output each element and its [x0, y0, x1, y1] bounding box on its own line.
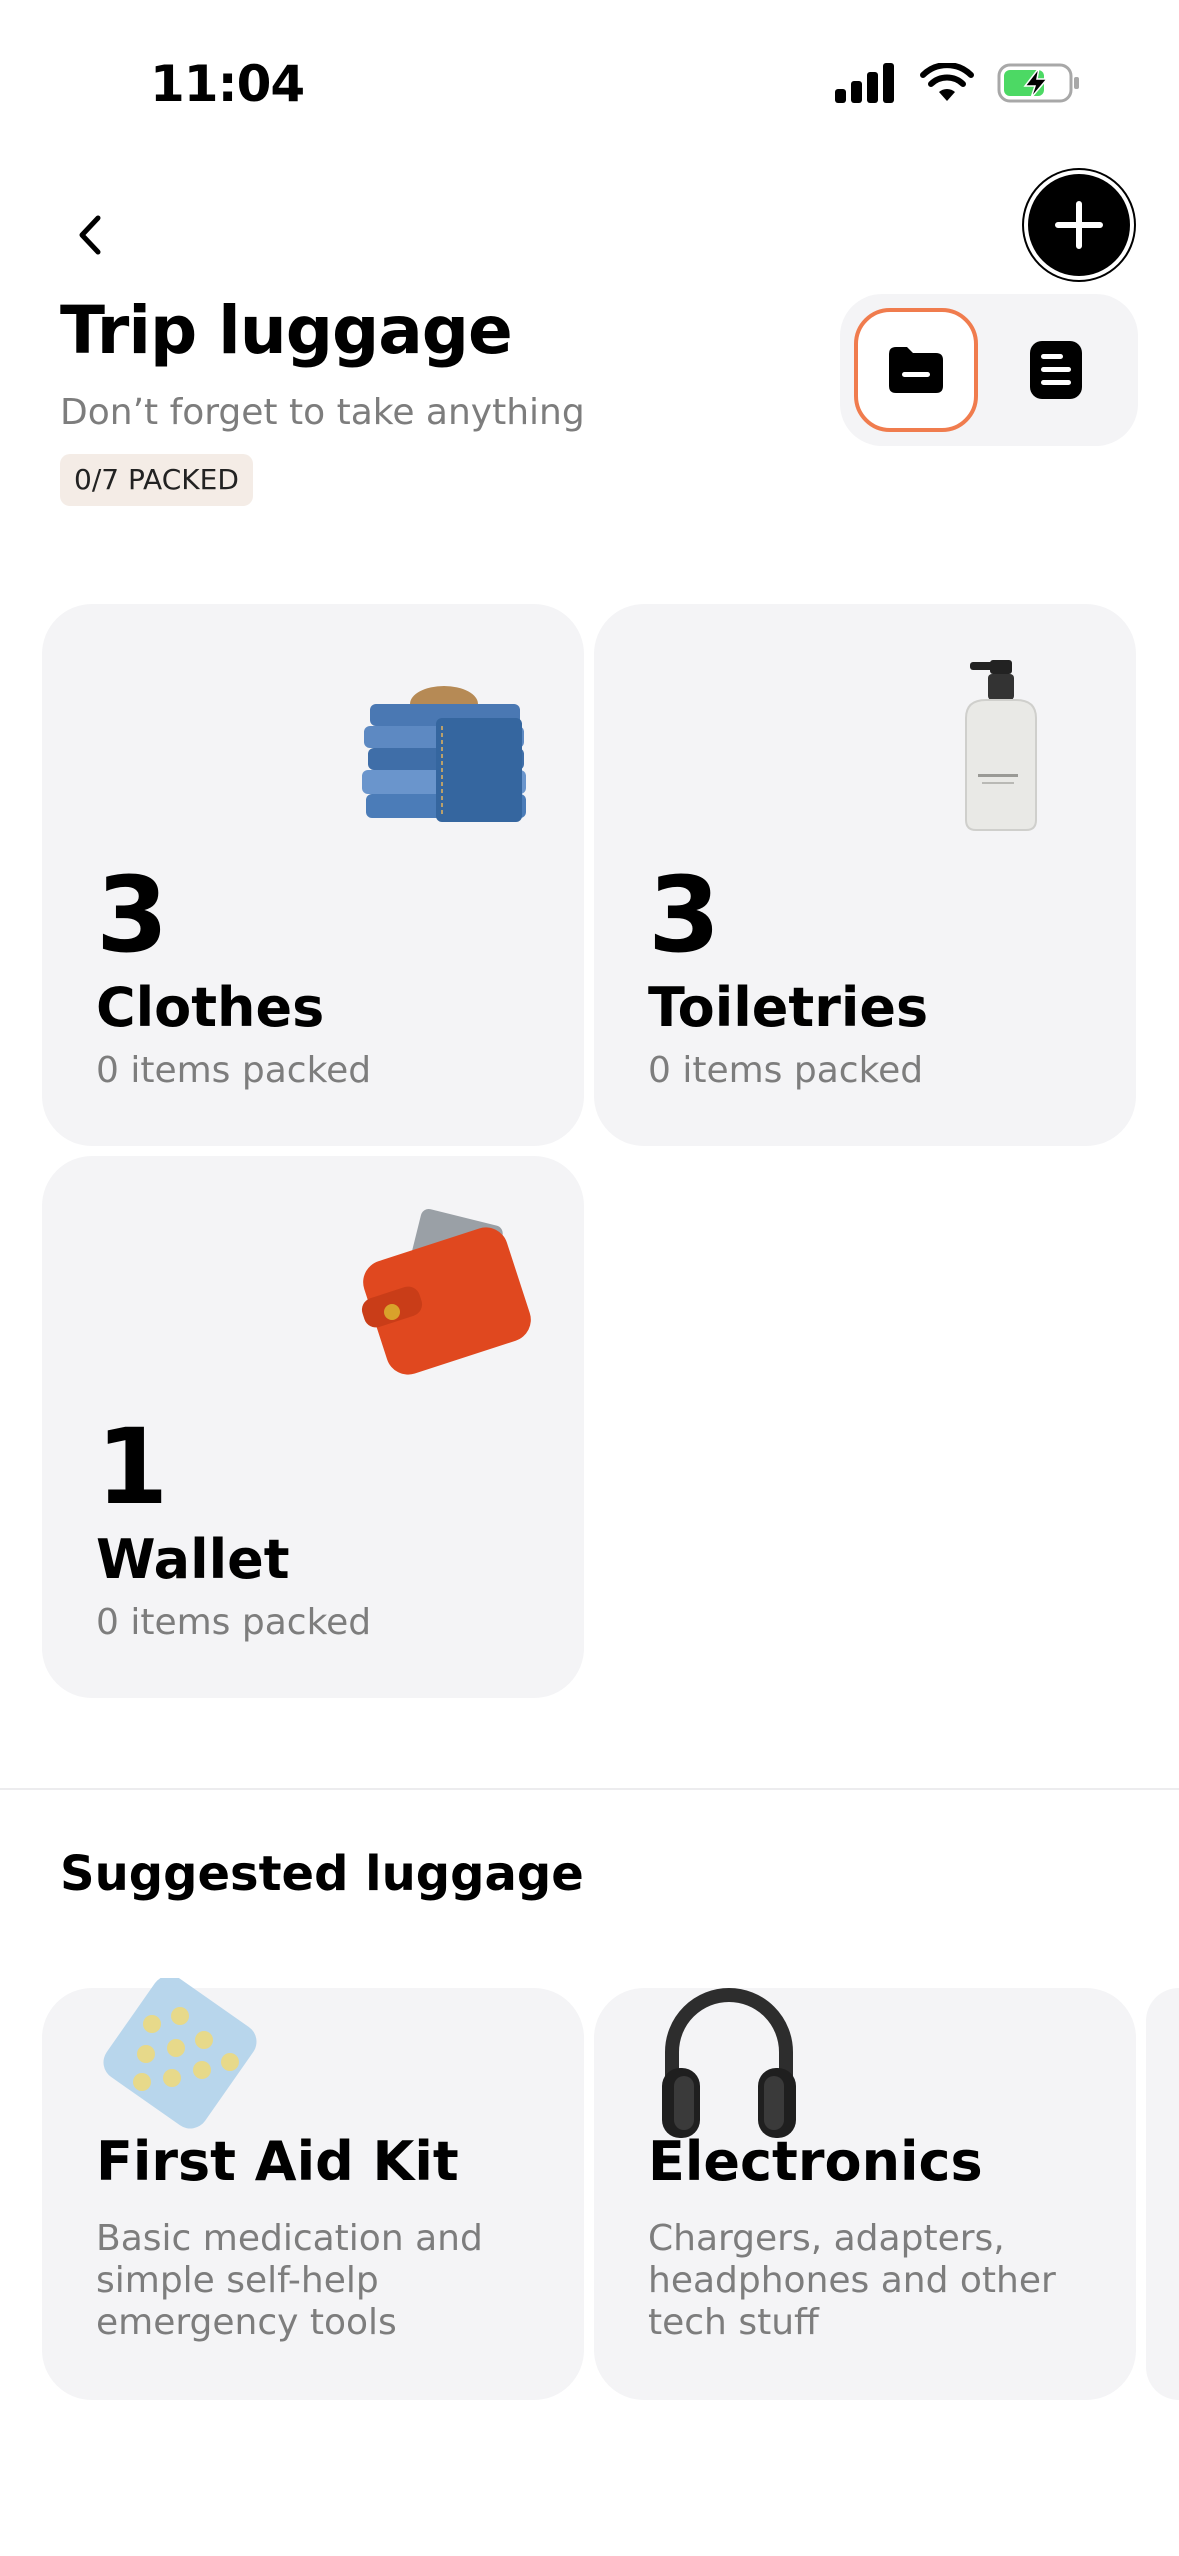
folder-view-toggle[interactable] [854, 308, 978, 432]
wallet-image [361, 1208, 531, 1375]
suggested-card-electronics[interactable]: Electronics Chargers, adapters, headphon… [594, 1988, 1136, 2400]
category-count: 3 [96, 854, 168, 976]
chevron-left-icon [79, 215, 101, 255]
jeans-image [362, 686, 526, 822]
category-name: Toiletries [648, 976, 929, 1039]
category-name: Wallet [96, 1528, 290, 1591]
list-document-icon [1030, 341, 1082, 399]
page-title: Trip luggage [60, 292, 513, 369]
folder-icon [889, 347, 943, 393]
suggested-description: Chargers, adapters, headphones and other… [648, 2218, 1056, 2343]
wifi-icon [920, 63, 974, 101]
battery-charging-icon [997, 63, 1079, 103]
bottle-image [965, 660, 1037, 831]
page-subtitle: Don’t forget to take anything [60, 392, 585, 433]
suggested-name: First Aid Kit [96, 2130, 459, 2193]
view-toggle [840, 294, 1138, 446]
suggested-description: Basic medication and simple self-help em… [96, 2218, 483, 2343]
category-count: 1 [96, 1406, 168, 1528]
category-card-wallet[interactable]: 1 Wallet 0 items packed [42, 1156, 584, 1698]
suggested-card-next-peek[interactable] [1146, 1988, 1179, 2400]
plus-icon [1055, 201, 1103, 249]
status-icons [835, 62, 1081, 104]
list-view-toggle[interactable] [994, 308, 1118, 432]
pills-image [103, 1978, 257, 2129]
category-name: Clothes [96, 976, 325, 1039]
category-packed-count: 0 items packed [96, 1050, 372, 1091]
section-divider [0, 1788, 1179, 1790]
suggested-card-first-aid[interactable]: First Aid Kit Basic medication and simpl… [42, 1978, 584, 2400]
suggested-section-title: Suggested luggage [60, 1846, 584, 1902]
category-card-toiletries[interactable]: 3 Toiletries 0 items packed [594, 604, 1136, 1146]
headphones-image [662, 1988, 796, 2138]
add-item-button[interactable] [1028, 174, 1130, 276]
category-card-clothes[interactable]: 3 Clothes 0 items packed [42, 604, 584, 1146]
suggested-name: Electronics [648, 2130, 983, 2193]
cellular-signal-icon [835, 63, 894, 103]
category-count: 3 [648, 854, 720, 976]
packed-progress-badge: 0/7 PACKED [60, 454, 253, 506]
category-packed-count: 0 items packed [648, 1050, 924, 1091]
category-packed-count: 0 items packed [96, 1602, 372, 1643]
back-button[interactable] [66, 210, 116, 260]
status-time: 11:04 [150, 55, 305, 113]
